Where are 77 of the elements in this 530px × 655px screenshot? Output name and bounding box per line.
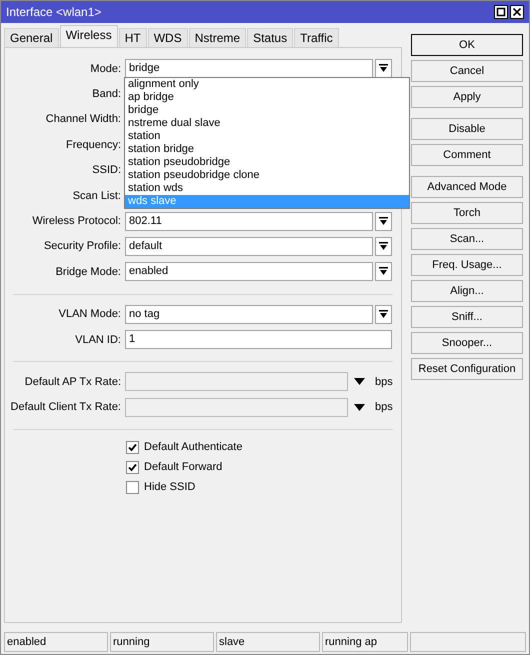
- tab[interactable]: Wireless: [60, 25, 118, 47]
- dropdown-arrow-icon: [379, 242, 388, 251]
- checkbox-label: Default Forward: [144, 461, 222, 474]
- action-button[interactable]: Sniff...: [411, 306, 523, 328]
- field-label: VLAN Mode:: [58, 308, 121, 320]
- status-cell: running: [110, 632, 214, 652]
- checkbox[interactable]: [126, 460, 139, 474]
- tab[interactable]: WDS: [148, 28, 188, 47]
- input-field[interactable]: [125, 372, 348, 392]
- tab[interactable]: Status: [247, 28, 294, 47]
- dropdown-button[interactable]: [375, 212, 392, 231]
- dropdown-option[interactable]: station: [125, 130, 409, 143]
- checkbox[interactable]: [126, 480, 139, 494]
- dropdown-option[interactable]: ap bridge: [125, 91, 409, 104]
- tab[interactable]: Traffic: [294, 28, 339, 47]
- restore-icon[interactable]: [494, 5, 508, 19]
- action-button[interactable]: Advanced Mode: [411, 176, 523, 198]
- field-label: Default Client Tx Rate:: [10, 401, 121, 414]
- action-button[interactable]: Align...: [411, 280, 523, 302]
- select-field[interactable]: no tag: [125, 304, 373, 324]
- action-button[interactable]: Scan...: [411, 228, 523, 250]
- window-title: Interface <wlan1>: [6, 5, 102, 19]
- dropdown-button[interactable]: [375, 236, 392, 256]
- action-button[interactable]: OK: [411, 34, 523, 56]
- dropdown-arrow-icon: [379, 64, 388, 74]
- status-cell: enabled: [4, 632, 108, 652]
- dropdown-option[interactable]: alignment only: [125, 78, 409, 91]
- action-button[interactable]: Freq. Usage...: [411, 254, 523, 276]
- checkbox-label: Default Authenticate: [144, 441, 242, 454]
- dropdown-option[interactable]: station wds: [125, 182, 409, 195]
- input-field[interactable]: [125, 398, 348, 417]
- tab[interactable]: HT: [118, 28, 147, 47]
- dropdown-button[interactable]: [375, 262, 392, 282]
- field-label: Default AP Tx Rate:: [24, 376, 121, 388]
- checkbox-label: Hide SSID: [144, 481, 196, 494]
- dropdown-button[interactable]: [375, 304, 392, 324]
- dropdown-option[interactable]: nstreme dual slave: [125, 117, 409, 130]
- unit-label: bps: [375, 401, 393, 414]
- field-label: VLAN ID:: [74, 334, 121, 346]
- unit-label: bps: [375, 376, 393, 388]
- status-cell: slave: [216, 632, 320, 652]
- field-label: Mode:: [89, 62, 121, 75]
- field-label: Channel Width:: [44, 113, 121, 126]
- close-icon[interactable]: [510, 5, 524, 19]
- select-field[interactable]: default: [125, 236, 373, 256]
- status-cell: running ap: [322, 632, 408, 652]
- dropdown-arrow-icon[interactable]: [354, 378, 365, 386]
- dropdown-option[interactable]: station bridge: [125, 143, 409, 156]
- input-field[interactable]: 1: [125, 330, 392, 350]
- field-label: Wireless Protocol:: [31, 215, 121, 228]
- checkbox[interactable]: [126, 440, 139, 454]
- field-label: Scan List:: [72, 190, 121, 202]
- dropdown-arrow-icon: [379, 267, 388, 276]
- action-button[interactable]: Torch: [411, 202, 523, 224]
- action-button[interactable]: Cancel: [411, 60, 523, 82]
- select-field[interactable]: 802.11: [125, 212, 373, 231]
- action-button[interactable]: Comment: [411, 144, 523, 166]
- dropdown-option[interactable]: station pseudobridge clone: [125, 169, 409, 182]
- tab[interactable]: General: [4, 28, 59, 47]
- field-label: SSID:: [91, 164, 121, 176]
- dropdown-option[interactable]: station pseudobridge: [125, 156, 409, 169]
- select-field[interactable]: enabled: [125, 262, 373, 282]
- action-button[interactable]: Reset Configuration: [411, 358, 523, 380]
- dropdown-arrow-icon[interactable]: [354, 404, 365, 411]
- action-button[interactable]: Snooper...: [411, 332, 523, 354]
- dropdown-button[interactable]: [375, 59, 392, 78]
- field-label: Band:: [91, 88, 121, 100]
- field-label: Frequency:: [64, 138, 121, 151]
- action-button[interactable]: Disable: [411, 118, 523, 140]
- field-label: Bridge Mode:: [54, 266, 121, 278]
- field-label: Security Profile:: [42, 240, 121, 252]
- dropdown-option[interactable]: bridge: [125, 104, 409, 117]
- dropdown-arrow-icon: [379, 216, 388, 226]
- tab[interactable]: Nstreme: [188, 28, 246, 47]
- action-button[interactable]: Apply: [411, 86, 523, 108]
- dropdown-arrow-icon: [379, 310, 388, 319]
- select-field[interactable]: bridge: [125, 59, 373, 78]
